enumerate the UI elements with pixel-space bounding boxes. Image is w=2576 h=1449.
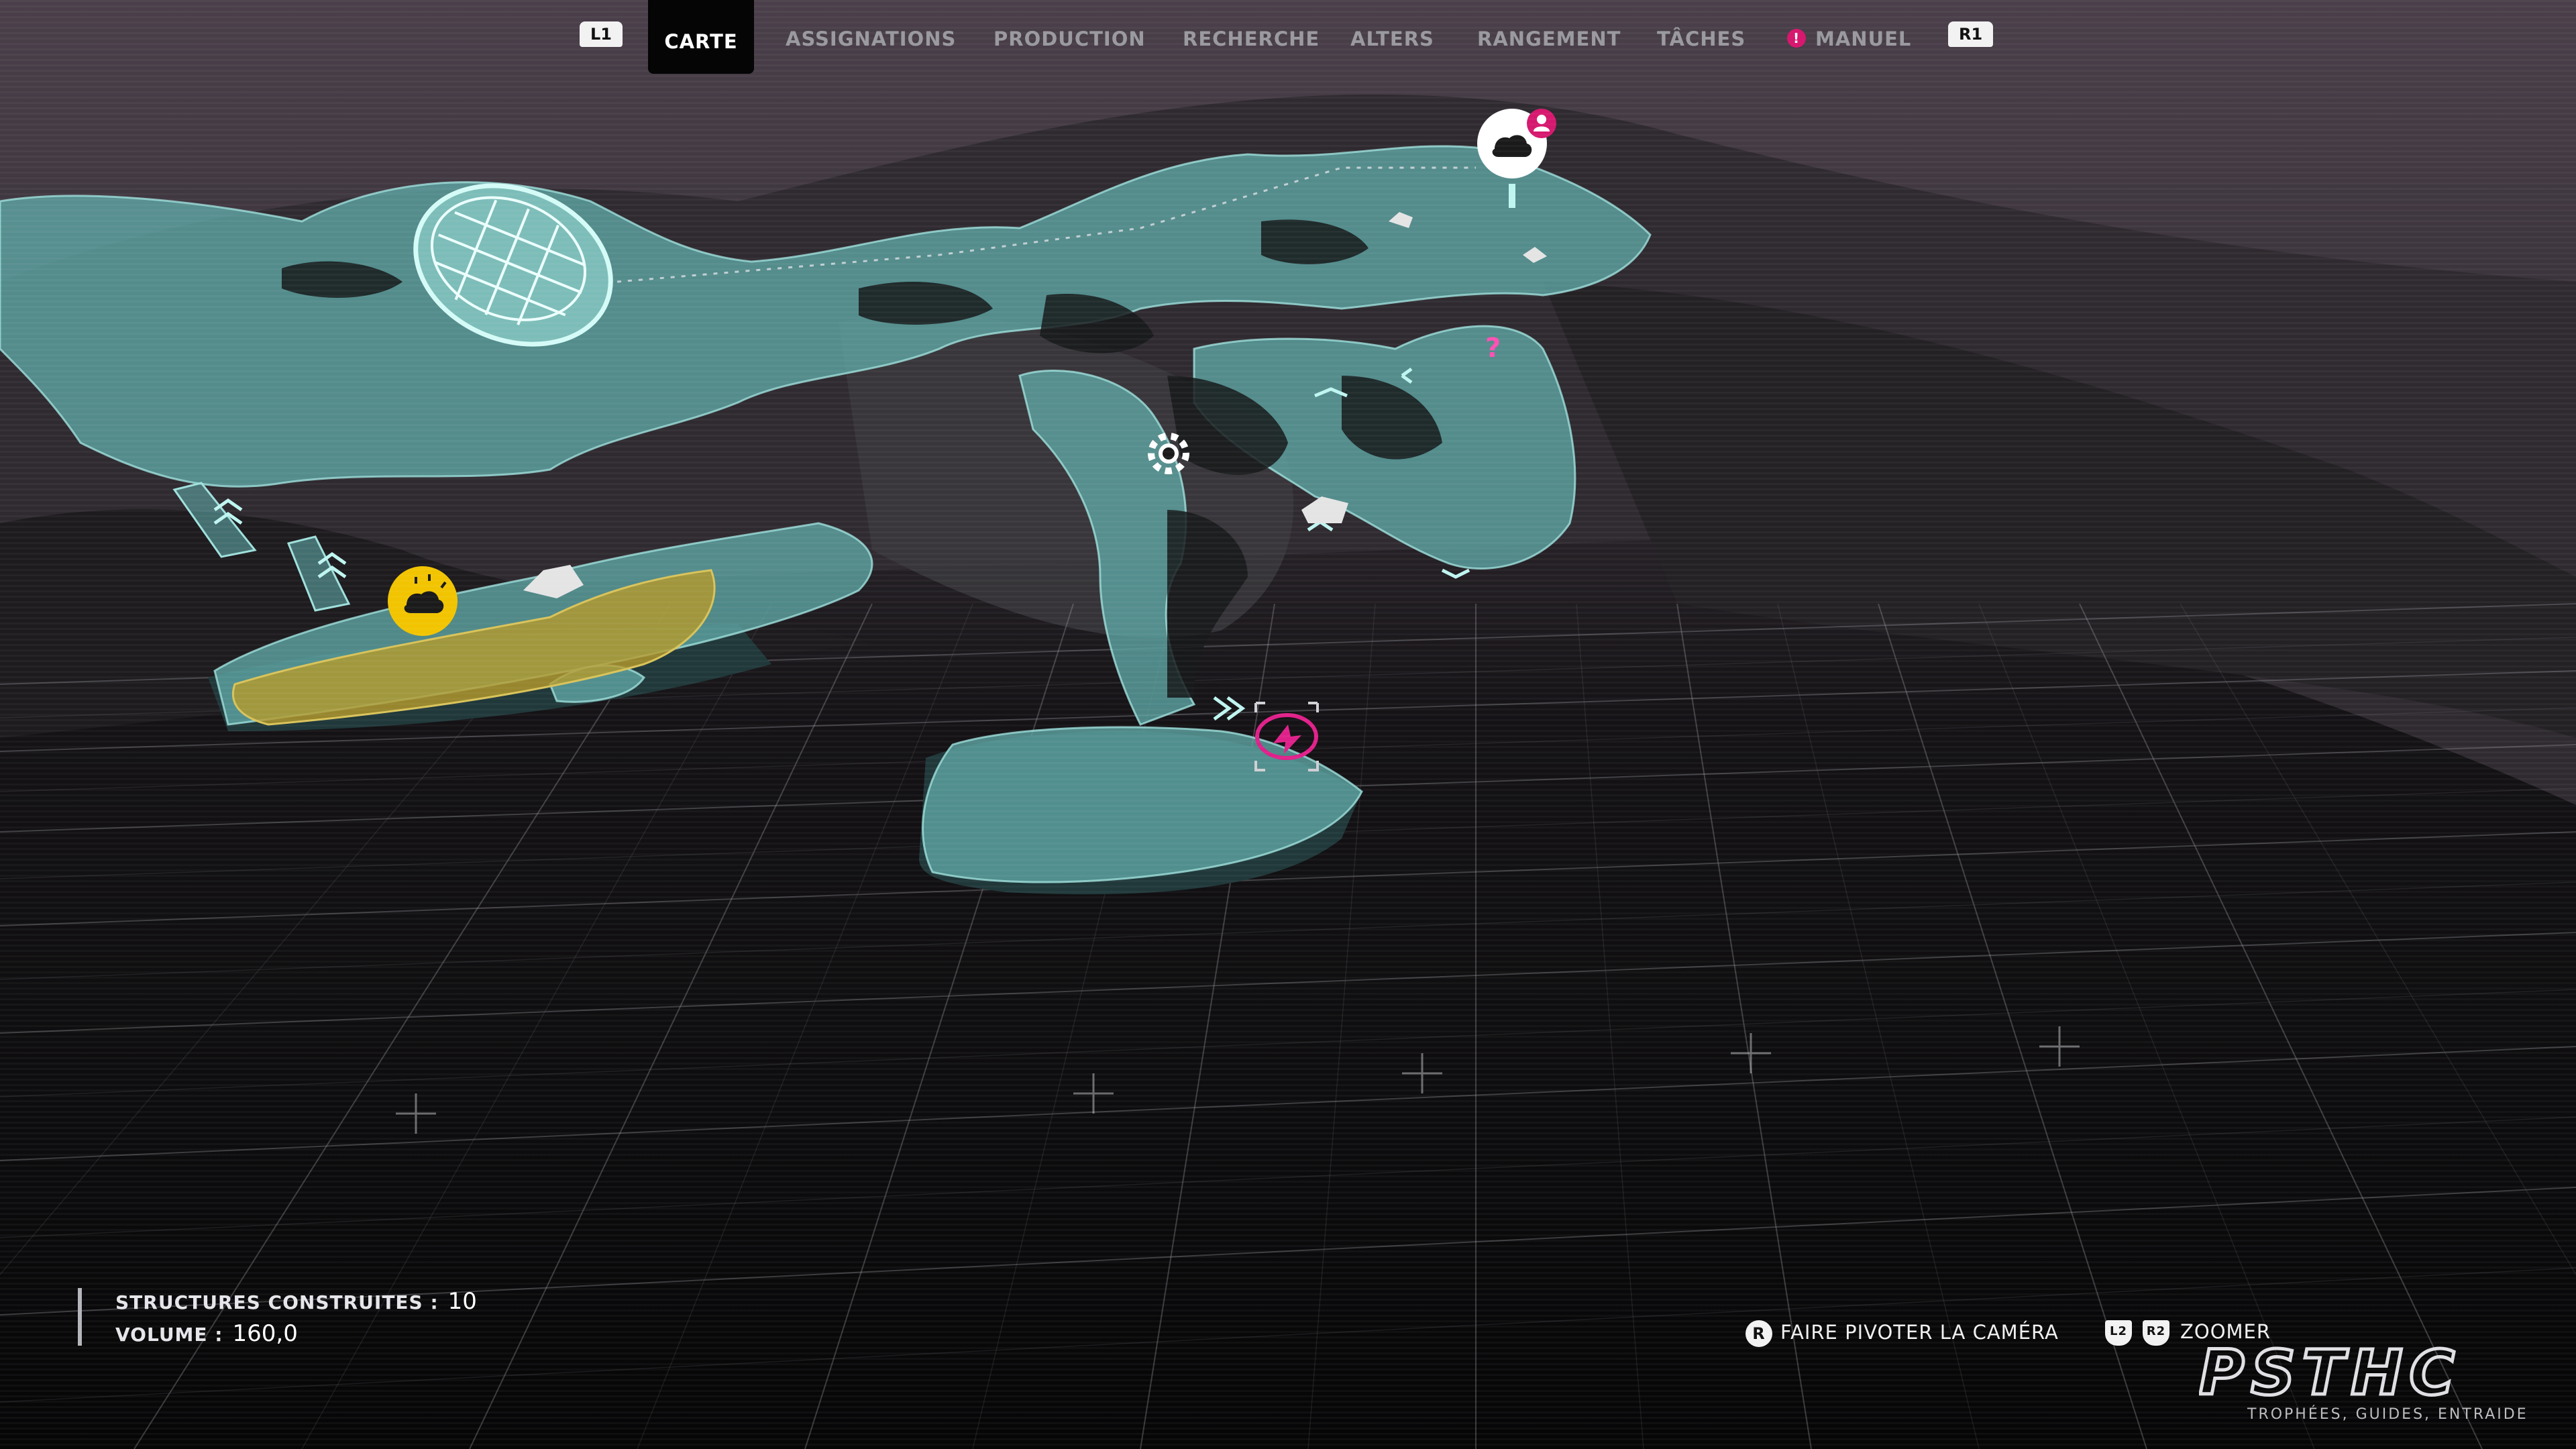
tab-recherche[interactable]: RECHERCHE xyxy=(1183,0,1320,74)
l2-trigger-icon: L2 xyxy=(2105,1320,2132,1346)
volume-label: VOLUME : xyxy=(115,1324,223,1346)
svg-text:PSTHC: PSTHC xyxy=(2199,1342,2461,1402)
r2-trigger-icon: R2 xyxy=(2143,1320,2169,1346)
tab-production[interactable]: PRODUCTION xyxy=(994,0,1146,74)
rotate-camera-hint[interactable]: R FAIRE PIVOTER LA CAMÉRA xyxy=(1746,1320,2059,1347)
l1-shoulder-button[interactable]: L1 xyxy=(580,21,623,47)
tab-carte[interactable]: CARTE xyxy=(648,0,754,74)
structures-stat: STRUCTURES CONSTRUITES : 10 xyxy=(115,1288,477,1315)
tab-alters[interactable]: ALTERS xyxy=(1350,0,1434,74)
tab-assignations[interactable]: ASSIGNATIONS xyxy=(786,0,956,74)
stats-divider xyxy=(78,1288,82,1346)
scanline-overlay xyxy=(0,0,2576,1449)
map-view[interactable]: ? xyxy=(0,0,2576,1449)
r1-shoulder-button[interactable]: R1 xyxy=(1948,21,1994,47)
structures-value: 10 xyxy=(447,1288,477,1315)
right-stick-icon: R xyxy=(1746,1320,1772,1347)
psthc-watermark: PSTHC TROPHÉES, GUIDES, ENTRAIDE xyxy=(2198,1336,2548,1429)
tab-taches[interactable]: TÂCHES xyxy=(1657,0,1746,74)
rotate-camera-label: FAIRE PIVOTER LA CAMÉRA xyxy=(1780,1321,2059,1344)
volume-stat: VOLUME : 160,0 xyxy=(115,1320,298,1347)
tab-manuel[interactable]: ! MANUEL xyxy=(1787,0,1911,74)
psthc-logo: PSTHC xyxy=(2198,1336,2461,1411)
psthc-tagline: TROPHÉES, GUIDES, ENTRAIDE xyxy=(2247,1406,2528,1423)
exclamation-badge-icon: ! xyxy=(1787,29,1806,48)
zoom-label: ZOOMER xyxy=(2180,1320,2271,1343)
volume-value: 160,0 xyxy=(232,1320,298,1347)
tab-rangement[interactable]: RANGEMENT xyxy=(1477,0,1621,74)
tab-manuel-label: MANUEL xyxy=(1815,28,1912,50)
top-navigation: L1 CARTE ASSIGNATIONS PRODUCTION RECHERC… xyxy=(0,0,2576,80)
structures-label: STRUCTURES CONSTRUITES : xyxy=(115,1291,439,1313)
